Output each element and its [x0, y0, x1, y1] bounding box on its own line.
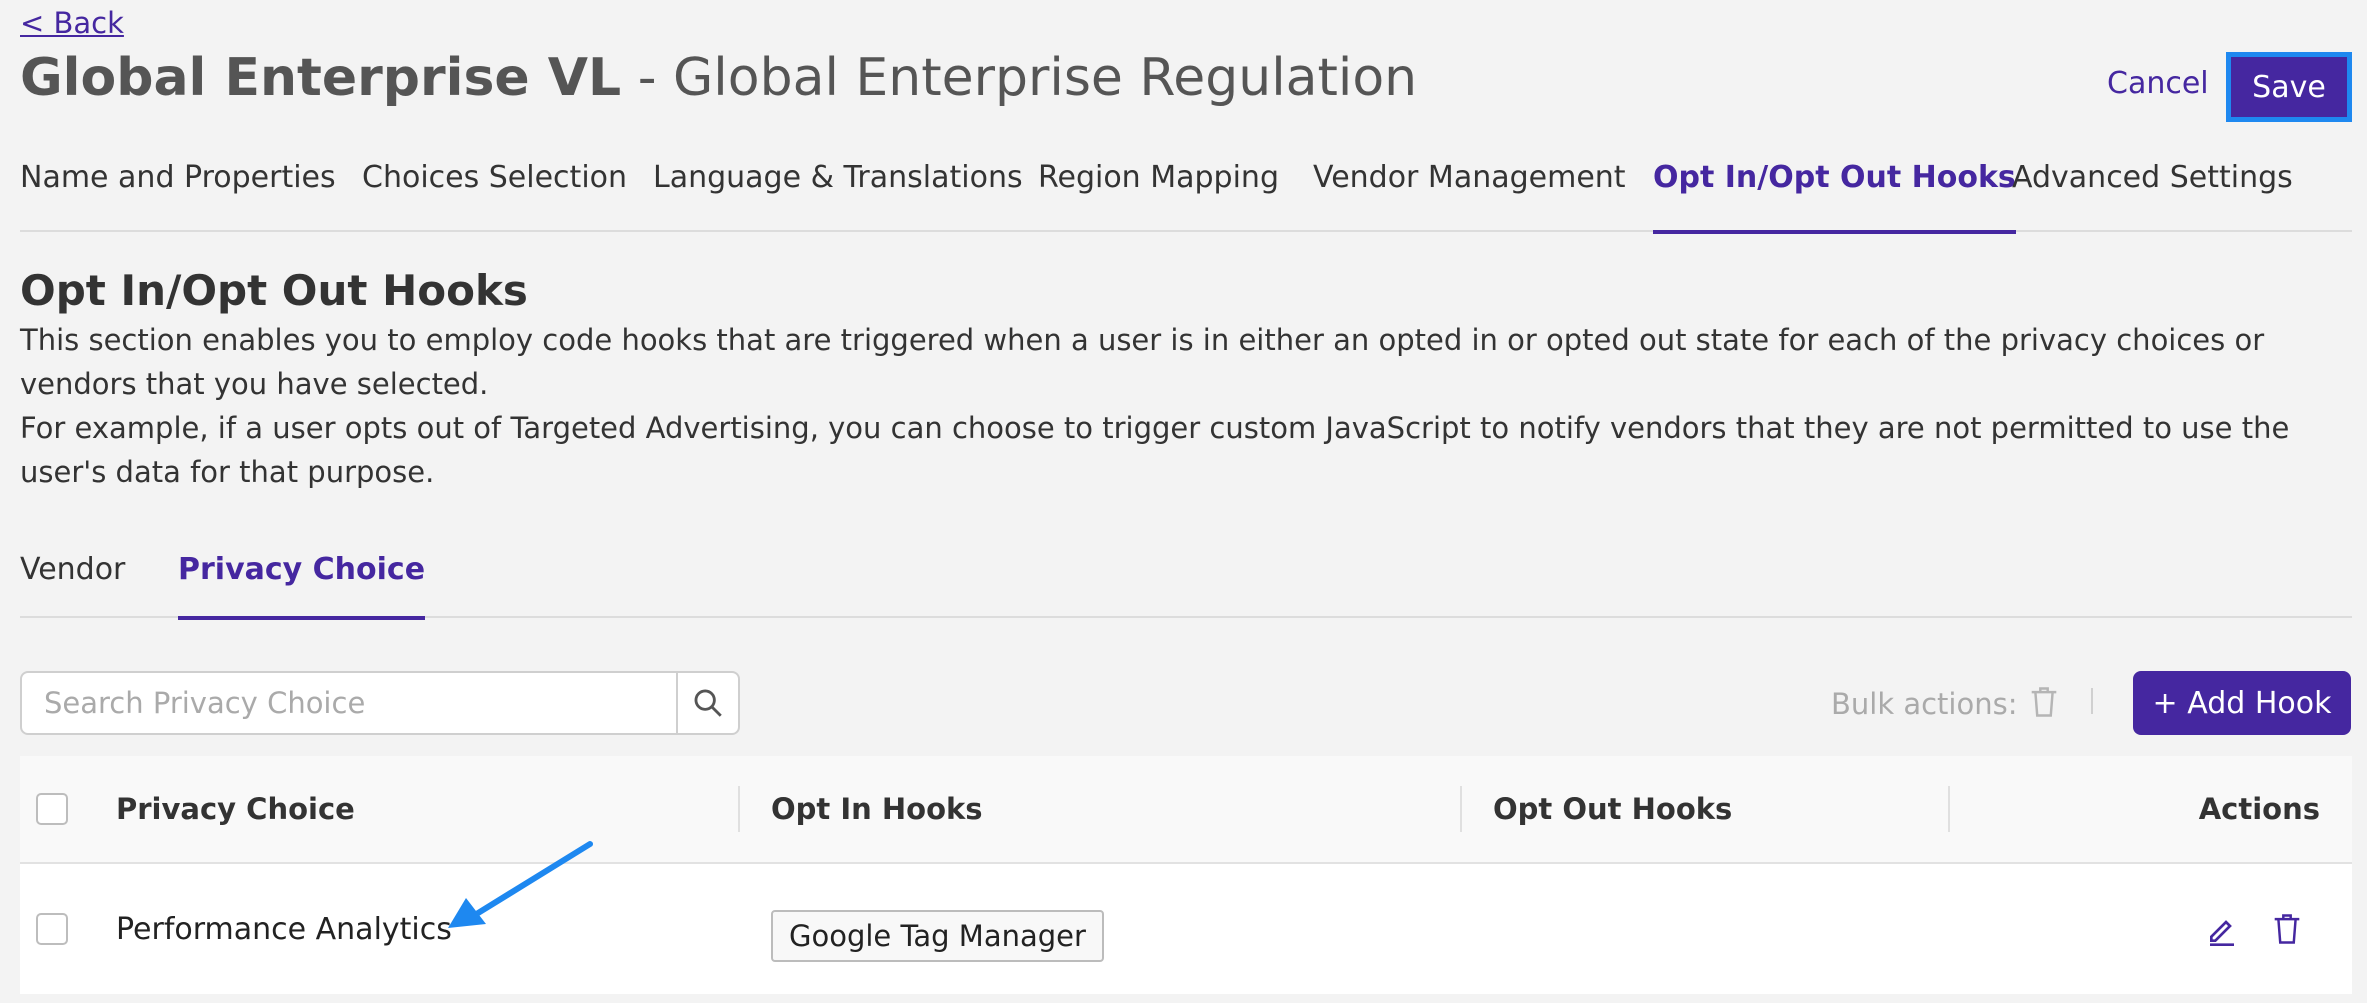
search-button[interactable] — [676, 673, 738, 733]
delete-row-button[interactable] — [2272, 913, 2302, 949]
column-header-opt-out-hooks: Opt Out Hooks — [1493, 792, 1733, 826]
tab-opt-in-opt-out-hooks[interactable]: Opt In/Opt Out Hooks — [1653, 160, 2016, 234]
opt-in-hook-chip[interactable]: Google Tag Manager — [771, 910, 1104, 962]
search-input[interactable] — [22, 673, 676, 733]
description-paragraph-1: This section enables you to employ code … — [20, 323, 2265, 401]
save-button[interactable]: Save — [2226, 52, 2352, 122]
cancel-button[interactable]: Cancel — [2107, 66, 2209, 101]
row-checkbox[interactable] — [36, 913, 68, 945]
subtab-privacy-choice[interactable]: Privacy Choice — [178, 552, 426, 620]
column-header-opt-in-hooks: Opt In Hooks — [771, 792, 983, 826]
page-title: Global Enterprise VL - Global Enterprise… — [20, 48, 1417, 108]
bulk-delete-button[interactable] — [2029, 686, 2059, 722]
column-divider — [1948, 786, 1950, 832]
search-icon — [694, 689, 722, 717]
column-header-actions: Actions — [2198, 792, 2320, 826]
pencil-icon — [2210, 920, 2234, 946]
table-header: Privacy Choice Opt In Hooks Opt Out Hook… — [20, 756, 2352, 864]
tab-name-and-properties[interactable]: Name and Properties — [20, 160, 336, 232]
subtab-vendor[interactable]: Vendor — [20, 552, 125, 618]
sub-tab-bar: Vendor Privacy Choice — [20, 552, 2352, 620]
column-header-privacy-choice: Privacy Choice — [116, 792, 355, 826]
toolbar-divider — [2091, 688, 2093, 714]
column-divider — [1460, 786, 1462, 832]
back-link[interactable]: < Back — [20, 6, 124, 40]
column-divider — [738, 786, 740, 832]
tab-language-translations[interactable]: Language & Translations — [653, 160, 1023, 232]
bulk-actions-label: Bulk actions: — [1831, 687, 2018, 721]
tab-bar: Name and Properties Choices Selection La… — [20, 160, 2352, 234]
trash-icon — [2274, 914, 2300, 944]
description-paragraph-2: For example, if a user opts out of Targe… — [20, 411, 2290, 489]
select-all-checkbox[interactable] — [36, 793, 68, 825]
tab-advanced-settings[interactable]: Advanced Settings — [2012, 160, 2293, 232]
page-title-rest: - Global Enterprise Regulation — [621, 48, 1418, 108]
hooks-table: Privacy Choice Opt In Hooks Opt Out Hook… — [20, 756, 2352, 994]
add-hook-button[interactable]: + Add Hook — [2133, 671, 2351, 735]
section-description: This section enables you to employ code … — [20, 318, 2340, 494]
trash-icon — [2031, 687, 2057, 717]
tab-region-mapping[interactable]: Region Mapping — [1038, 160, 1279, 232]
tab-vendor-management[interactable]: Vendor Management — [1313, 160, 1626, 232]
edit-button[interactable] — [2206, 914, 2238, 950]
tab-choices-selection[interactable]: Choices Selection — [362, 160, 627, 232]
table-row: Performance Analytics Google Tag Manager — [20, 864, 2352, 994]
page: < Back Global Enterprise VL - Global Ent… — [0, 0, 2367, 1003]
page-title-bold: Global Enterprise VL — [20, 48, 622, 108]
search-box — [20, 671, 740, 735]
section-title: Opt In/Opt Out Hooks — [20, 266, 528, 315]
arrow-annotation-icon — [448, 841, 593, 928]
privacy-choice-cell: Performance Analytics — [116, 912, 452, 947]
